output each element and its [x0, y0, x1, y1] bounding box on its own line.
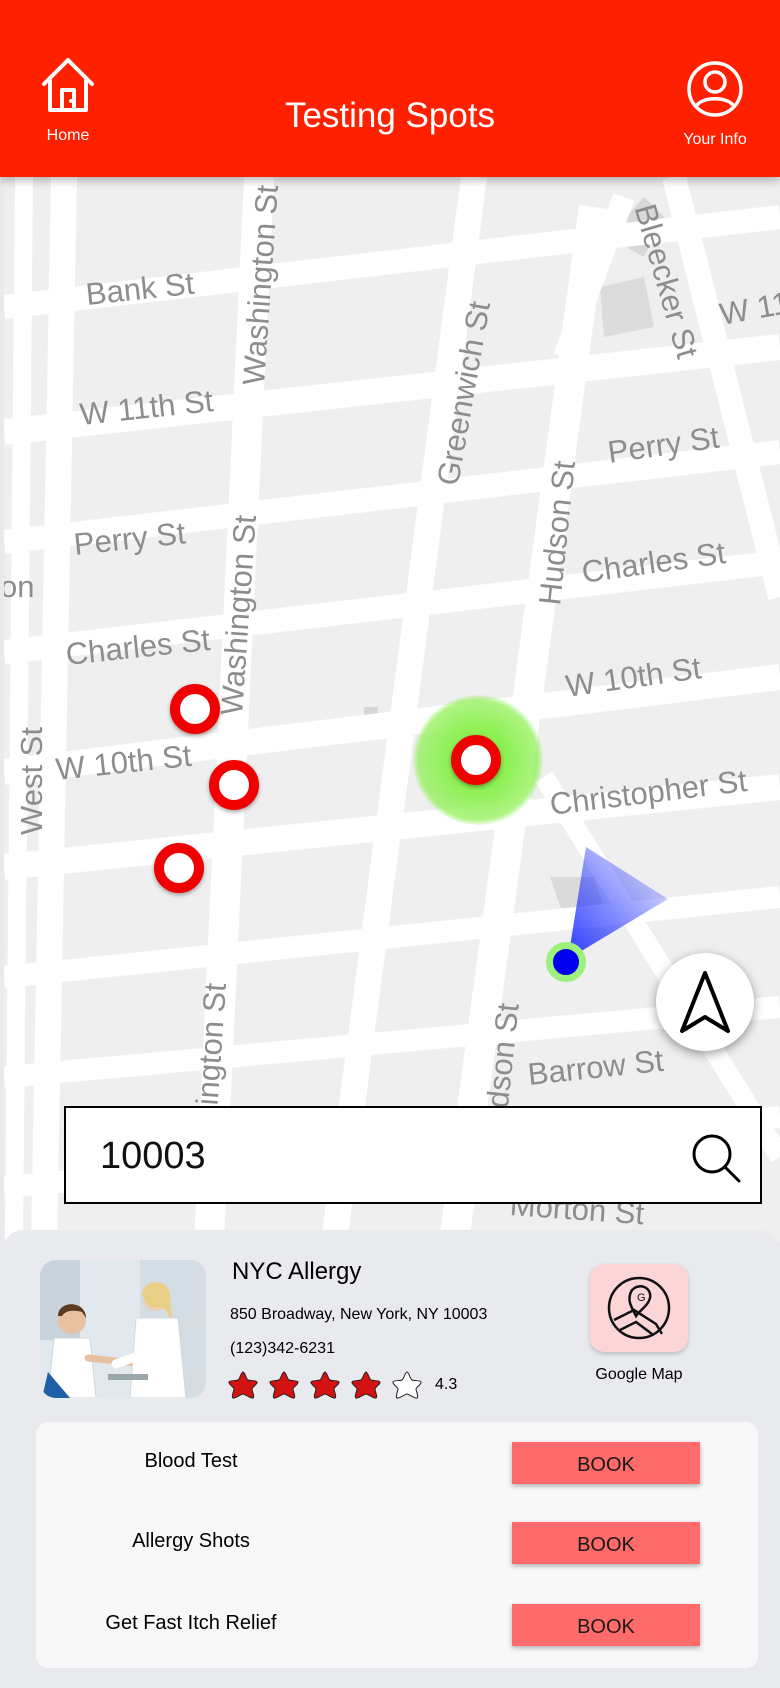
- clinic-photo: [40, 1260, 206, 1398]
- service-name: Blood Test: [144, 1450, 238, 1472]
- clinic-address: 850 Broadway, New York, NY 10003: [230, 1306, 488, 1323]
- svg-text:G: G: [637, 1292, 646, 1304]
- google-map-button[interactable]: G: [590, 1264, 688, 1352]
- service-name: Allergy Shots: [132, 1530, 250, 1552]
- services-list: Blood Test BOOK Allergy Shots BOOK Get F…: [36, 1422, 758, 1668]
- star-filled-icon: [351, 1371, 381, 1399]
- your-info-label: Your Info: [683, 131, 747, 148]
- service-row: Get Fast Itch Relief BOOK: [36, 1594, 758, 1654]
- service-name: Get Fast Itch Relief: [105, 1612, 277, 1634]
- testing-site-marker[interactable]: [154, 843, 204, 893]
- selected-testing-site-marker[interactable]: [451, 735, 501, 785]
- clinic-detail-panel: NYC Allergy 850 Broadway, New York, NY 1…: [4, 1230, 776, 1688]
- your-info-button[interactable]: Your Info: [660, 60, 770, 149]
- search-bar: [64, 1106, 762, 1204]
- map-view[interactable]: Bank St W 11th St Perry St Charles St W …: [4, 177, 780, 1242]
- street-label: on: [4, 569, 35, 604]
- book-button[interactable]: BOOK: [512, 1522, 700, 1564]
- star-filled-icon: [228, 1371, 258, 1399]
- search-icon[interactable]: [690, 1132, 742, 1184]
- clinic-name: NYC Allergy: [232, 1258, 362, 1285]
- book-button[interactable]: BOOK: [512, 1604, 700, 1646]
- google-map-label: Google Map: [595, 1366, 683, 1383]
- testing-site-marker[interactable]: [209, 760, 259, 810]
- clinic-phone[interactable]: (123)342-6231: [230, 1340, 335, 1358]
- user-location-dot: [546, 942, 586, 982]
- star-empty-icon: [392, 1371, 422, 1399]
- recenter-button[interactable]: [656, 953, 754, 1051]
- service-row: Blood Test BOOK: [36, 1432, 758, 1492]
- app-header: Home Testing Spots Your Info: [0, 0, 780, 177]
- user-icon: [686, 61, 744, 122]
- navigation-arrow-icon: [656, 971, 754, 1055]
- rating-stars: 4.3: [228, 1370, 457, 1400]
- rating-value: 4.3: [435, 1376, 458, 1393]
- map-pin-icon: G: [590, 1276, 688, 1356]
- book-button[interactable]: BOOK: [512, 1442, 700, 1484]
- zip-search-input[interactable]: [98, 1126, 662, 1186]
- star-filled-icon: [310, 1371, 340, 1399]
- star-filled-icon: [269, 1371, 299, 1399]
- testing-site-marker[interactable]: [170, 684, 220, 734]
- service-row: Allergy Shots BOOK: [36, 1512, 758, 1572]
- street-label: West St: [14, 727, 49, 835]
